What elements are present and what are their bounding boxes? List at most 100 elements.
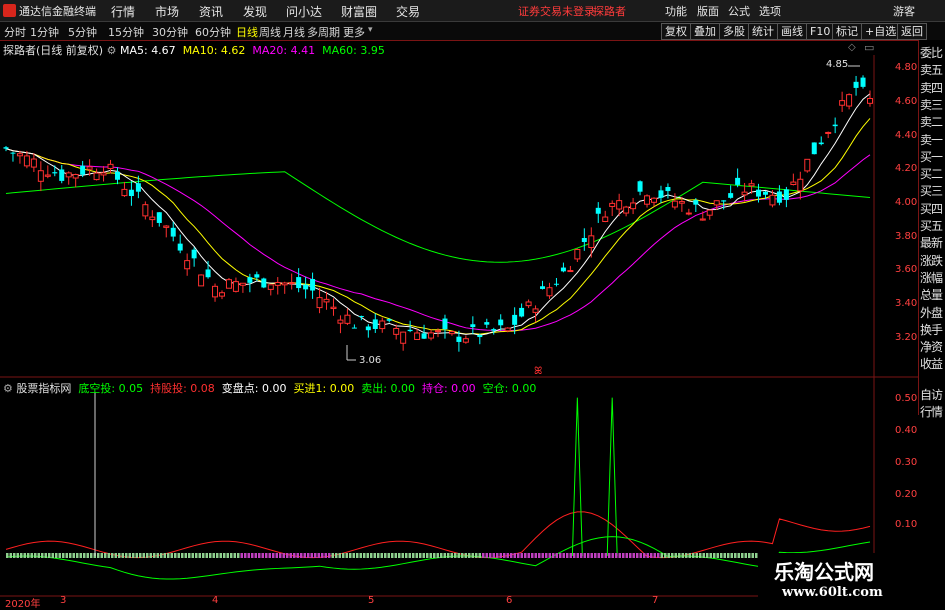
candle-body: [706, 209, 713, 216]
indicator-baseline-block: [527, 553, 530, 558]
candle-body: [142, 204, 149, 217]
candle-body: [811, 142, 817, 155]
indicator-baseline-block: [601, 553, 604, 558]
ma10-line: [5, 118, 871, 335]
side-item[interactable]: 收益: [920, 355, 945, 372]
ind-item-label: 卖出:: [361, 382, 387, 395]
side-item[interactable]: 买五: [920, 217, 945, 234]
candle-body: [756, 189, 762, 197]
indicator-gear-icon[interactable]: ⚙: [3, 382, 16, 395]
price-tick: 3.40: [895, 298, 918, 309]
side-zifang[interactable]: 自访: [920, 386, 945, 403]
indicator-baseline-block: [699, 553, 702, 558]
indicator-baseline-block: [496, 553, 499, 558]
side-item[interactable]: 换手: [920, 321, 945, 338]
candle-body: [602, 216, 609, 223]
side-item[interactable]: 外盘: [920, 304, 945, 321]
indicator-baseline-block: [16, 553, 19, 558]
side-item[interactable]: 总量: [920, 286, 945, 303]
ind-item-label: 空仓:: [482, 382, 509, 395]
indicator-baseline-block: [720, 553, 723, 558]
ind-item-value: 0.00: [329, 382, 355, 395]
ind-item-label: 底空投:: [78, 382, 116, 395]
indicator-baseline-block: [342, 553, 345, 558]
candle-body: [288, 282, 295, 285]
side-item[interactable]: 卖二: [920, 113, 945, 130]
indicator-baseline-block: [450, 553, 453, 558]
indicator-baseline-block: [135, 553, 138, 558]
indicator-baseline-block: [338, 553, 341, 558]
side-item[interactable]: 卖五: [920, 61, 945, 78]
indicator-baseline-block: [538, 553, 541, 558]
indicator-baseline-block: [461, 553, 464, 558]
candle-body: [114, 171, 120, 180]
side-item[interactable]: 买三: [920, 182, 945, 199]
indicator-baseline-block: [377, 553, 380, 558]
side-item[interactable]: 买一: [920, 148, 945, 165]
indicator-baseline-block: [566, 553, 569, 558]
indicator-baseline-block: [153, 553, 156, 558]
candle-body: [59, 169, 65, 181]
indicator-baseline-block: [58, 553, 61, 558]
side-item[interactable]: 卖四: [920, 79, 945, 96]
candle-body: [644, 195, 651, 205]
indicator-tick: 0.30: [895, 457, 918, 468]
watermark-url: www.60lt.com: [782, 585, 883, 600]
x-axis-month: 5: [368, 595, 375, 606]
x-axis-month: 3: [60, 595, 67, 606]
candle-body: [93, 172, 100, 181]
candle-body: [386, 319, 392, 321]
chart-canvas[interactable]: [0, 0, 945, 609]
side-item[interactable]: 涨幅: [920, 269, 945, 286]
side-item[interactable]: 委比: [920, 44, 945, 61]
side-item[interactable]: 涨跌: [920, 252, 945, 269]
indicator-baseline-block: [44, 553, 47, 558]
side-item[interactable]: 净资: [920, 338, 945, 355]
indicator-baseline-block: [132, 553, 135, 558]
indicator-baseline-block: [559, 553, 562, 558]
candle-body: [762, 191, 768, 195]
indicator-baseline-block: [321, 553, 324, 558]
indicator-baseline-block: [468, 553, 471, 558]
side-item[interactable]: 卖三: [920, 96, 945, 113]
event-marker-icon[interactable]: ꕤ: [534, 366, 542, 377]
candle-body: [693, 200, 699, 205]
candle-body: [735, 177, 741, 185]
candle-body: [407, 329, 413, 332]
price-tick: 3.20: [895, 332, 918, 343]
indicator-baseline-block: [475, 553, 478, 558]
indicator-baseline-block: [76, 553, 79, 558]
candle-body: [184, 260, 191, 270]
side-item[interactable]: 买二: [920, 165, 945, 182]
indicator-baseline-block: [356, 553, 359, 558]
candle-body: [80, 165, 86, 175]
candle-body: [804, 158, 811, 172]
indicator-baseline-block: [552, 553, 555, 558]
candle-body: [37, 170, 44, 182]
indicator-baseline-block: [261, 553, 264, 558]
side-item[interactable]: 买四: [920, 200, 945, 217]
indicator-baseline-block: [580, 553, 583, 558]
side-item[interactable]: 卖一: [920, 131, 945, 148]
side-item[interactable]: 最新: [920, 234, 945, 251]
candle-body: [748, 183, 755, 187]
indicator-baseline-block: [237, 553, 240, 558]
indicator-tick: 0.20: [895, 489, 918, 500]
indicator-baseline-block: [615, 553, 618, 558]
indicator-name[interactable]: 股票指标网: [16, 382, 71, 395]
indicator-baseline-block: [688, 553, 691, 558]
indicator-baseline-block: [482, 553, 485, 558]
indicator-baseline-block: [335, 553, 338, 558]
side-hangqing[interactable]: 行情: [920, 403, 945, 420]
price-tick: 4.40: [895, 130, 918, 141]
candle-body: [825, 131, 832, 134]
indicator-baseline-block: [681, 553, 684, 558]
price-tick: 3.80: [895, 231, 918, 242]
candle-body: [567, 270, 574, 273]
indicator-baseline-block: [545, 553, 548, 558]
candle-body: [713, 200, 720, 206]
candle-body: [651, 197, 657, 203]
indicator-baseline-block: [555, 553, 558, 558]
candle-body: [100, 172, 107, 176]
indicator-baseline-block: [48, 553, 51, 558]
